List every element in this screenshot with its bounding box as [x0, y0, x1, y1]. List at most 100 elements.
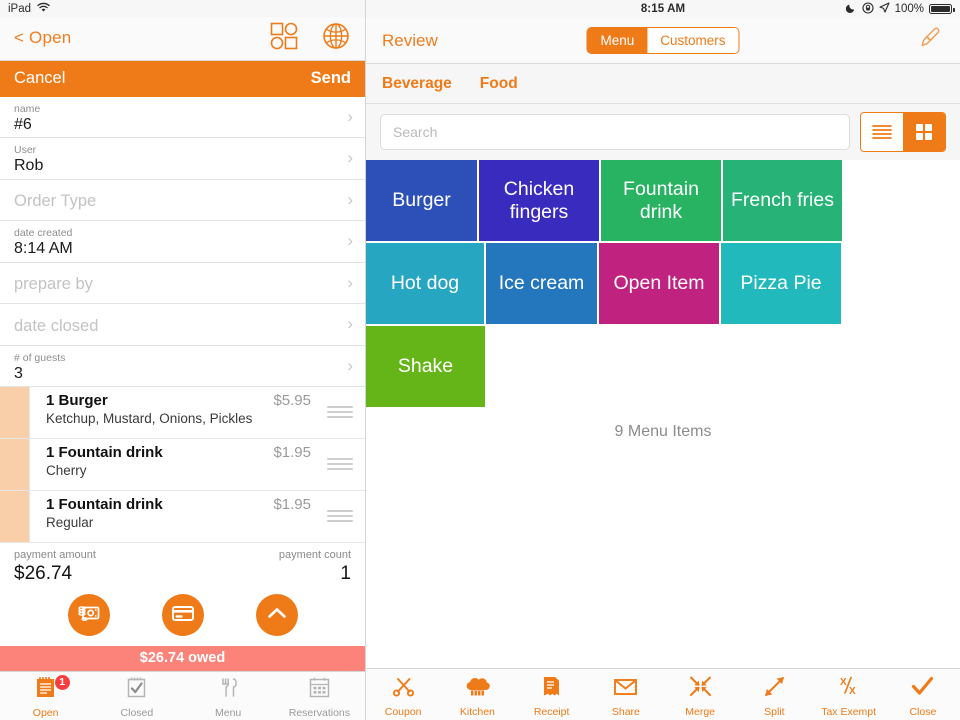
field-label: date created [14, 227, 73, 240]
toolbar-label: Coupon [384, 706, 422, 718]
item-modifiers: Regular [46, 515, 94, 531]
chevron-right-icon: › [347, 272, 353, 292]
sidebar-item-closed[interactable]: Closed [91, 672, 182, 720]
search-row: Search [366, 104, 960, 160]
menu-tile-hot-dog[interactable]: Hot dog [366, 243, 484, 324]
menu-tile-open-item[interactable]: Open Item [599, 243, 719, 324]
kitchen-button[interactable]: Kitchen [440, 669, 514, 720]
split-button[interactable]: Split [737, 669, 811, 720]
moon-icon [845, 2, 857, 16]
item-modifiers: Cherry [46, 463, 87, 479]
review-button[interactable]: Review [382, 31, 438, 51]
field-date-created[interactable]: date created 8:14 AM › [0, 221, 365, 263]
item-name: 1 Fountain drink [46, 496, 163, 514]
item-body: 1 Burger $5.95 Ketchup, Mustard, Onions,… [30, 387, 365, 438]
view-toggle [860, 112, 946, 152]
table-row[interactable]: 1 Fountain drink $1.95 Regular [0, 491, 365, 544]
sidebar-item-label: Closed [120, 707, 154, 720]
item-status-stripe [0, 439, 30, 491]
toolbar-label: Kitchen [459, 706, 495, 718]
order-items-list: 1 Burger $5.95 Ketchup, Mustard, Onions,… [0, 387, 365, 544]
chevron-right-icon: › [347, 314, 353, 334]
field-prepare-by[interactable]: prepare by › [0, 263, 365, 305]
receipt-icon [539, 674, 564, 704]
field-guest-count[interactable]: # of guests 3 › [0, 346, 365, 388]
share-button[interactable]: Share [589, 669, 663, 720]
menu-tile-burger[interactable]: Burger [366, 160, 477, 241]
drag-handle-icon[interactable] [327, 458, 353, 473]
tab-menu[interactable]: Menu [587, 28, 648, 53]
menu-customers-segmented-control: Menu Customers [586, 27, 740, 54]
menu-tile-label: Chicken fingers [503, 177, 575, 223]
expand-payments-button[interactable] [255, 594, 298, 637]
tab-customers[interactable]: Customers [647, 28, 739, 53]
category-food[interactable]: Food [480, 75, 518, 93]
merge-button[interactable]: Merge [663, 669, 737, 720]
item-status-stripe [0, 387, 30, 439]
sidebar-item-open[interactable]: Open 1 [0, 672, 91, 720]
left-nav-bar: < Open [0, 17, 365, 61]
back-to-open-button[interactable]: < Open [14, 28, 71, 48]
paintbrush-icon[interactable] [914, 23, 944, 58]
chevron-right-icon: › [347, 231, 353, 251]
search-input[interactable]: Search [380, 114, 850, 150]
item-header: 1 Fountain drink $1.95 [46, 444, 355, 461]
payment-buttons [0, 586, 365, 647]
menu-tile-chicken-fingers[interactable]: Chicken fingers [479, 160, 599, 241]
table-row[interactable]: 1 Fountain drink $1.95 Cherry [0, 439, 365, 492]
field-user[interactable]: User Rob › [0, 138, 365, 180]
status-indicators: 100% [845, 1, 955, 17]
receipt-button[interactable]: Receipt [515, 669, 589, 720]
menu-tile-pizza-pie[interactable]: Pizza Pie [721, 243, 841, 324]
cash-payment-button[interactable] [67, 594, 110, 637]
field-placeholder: prepare by [14, 275, 93, 294]
menu-tile-label: Hot dog [390, 272, 460, 294]
rotation-lock-icon [862, 1, 874, 17]
card-payment-button[interactable] [161, 594, 204, 637]
toolbar-label: Split [764, 706, 785, 718]
sidebar-item-label: Reservations [288, 707, 351, 720]
field-date-closed[interactable]: date closed › [0, 304, 365, 346]
globe-icon[interactable] [321, 21, 351, 56]
grid-view-icon[interactable] [903, 113, 945, 151]
sidebar-item-label: Menu [214, 707, 242, 720]
field-placeholder: Order Type [14, 192, 97, 211]
menu-tile-fountain-drink[interactable]: Fountain drink [601, 160, 721, 241]
drag-handle-icon[interactable] [327, 406, 353, 421]
field-value: 3 [14, 364, 23, 382]
left-nav-icons [269, 21, 351, 56]
field-order-type[interactable]: Order Type › [0, 180, 365, 222]
table-row[interactable]: 1 Burger $5.95 Ketchup, Mustard, Onions,… [0, 387, 365, 440]
coupon-button[interactable]: Coupon [366, 669, 440, 720]
payment-count-label: payment count [278, 549, 351, 562]
menu-tile-shake[interactable]: Shake [366, 326, 485, 407]
calendar-icon [307, 675, 332, 705]
payment-summary: payment amount $26.74 payment count 1 [0, 543, 365, 587]
category-tabs: Beverage Food [366, 64, 960, 104]
payment-amount-value: $26.74 [14, 563, 73, 585]
toolbar-label: Receipt [533, 706, 570, 718]
send-button[interactable]: Send [311, 69, 351, 88]
sidebar-item-menu[interactable]: Menu [183, 672, 274, 720]
close-button[interactable]: Close [886, 669, 960, 720]
svg-text:X: X [849, 686, 856, 697]
field-name[interactable]: name #6 › [0, 97, 365, 139]
tables-grid-icon[interactable] [269, 21, 299, 56]
fork-knife-icon [216, 675, 241, 705]
drag-handle-icon[interactable] [327, 510, 353, 525]
toolbar-label: Merge [685, 706, 715, 718]
cancel-button[interactable]: Cancel [14, 69, 65, 88]
menu-tile-ice-cream[interactable]: Ice cream [486, 243, 597, 324]
sidebar-item-reservations[interactable]: Reservations [274, 672, 365, 720]
menu-tile-label: French fries [731, 189, 834, 211]
category-beverage[interactable]: Beverage [382, 75, 452, 93]
order-fields-list: name #6 › User Rob › Order Type › date c… [0, 96, 365, 388]
chevron-right-icon: › [347, 148, 353, 168]
right-status-bar: 8:15 AM 100% [366, 0, 960, 18]
list-view-icon[interactable] [861, 113, 903, 151]
menu-tile-french-fries[interactable]: French fries [723, 160, 842, 241]
battery-icon [929, 3, 955, 15]
scissors-icon [391, 674, 416, 704]
tax-exempt-button[interactable]: XX Tax Exempt [812, 669, 886, 720]
pos-app-window: iPad < Open Cancel Send name #6 › User R… [0, 0, 960, 720]
